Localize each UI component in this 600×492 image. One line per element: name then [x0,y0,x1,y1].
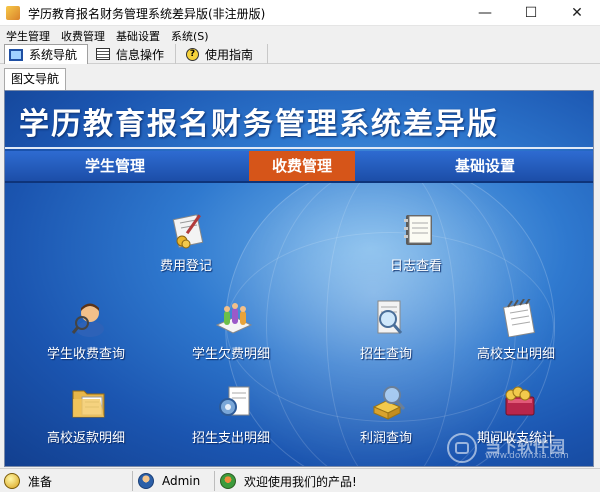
banner-title: 学历教育报名财务管理系统差异版 [19,107,499,142]
tile-label: 学生收费查询 [46,347,125,362]
status-label: 欢迎使用我们的产品! [244,474,357,489]
help-icon: ? [186,47,199,61]
tile-student-fee-query[interactable]: 学生收费查询 [21,299,151,371]
arrears-detail-icon [215,299,253,337]
status-divider [214,471,215,491]
menu-fee-management[interactable]: 收费管理 [61,28,105,44]
user-icon [138,473,154,489]
window-title: 学历教育报名财务管理系统差异版(非注册版) [28,7,266,21]
app-icon [6,6,20,20]
student-search-icon [70,299,108,337]
navigation-panel: 学历教育报名财务管理系统差异版 学生管理 收费管理 基础设置 费用登记 日志查看… [4,90,594,467]
tile-enrollment-query[interactable]: 招生查询 [321,299,451,371]
toolbar-info-operation-button[interactable]: 信息操作 [92,44,176,64]
nav-basic-settings[interactable]: 基础设置 [415,151,555,181]
status-ready: 准备 [4,471,52,491]
tile-profit-query[interactable]: 利润查询 [321,383,451,455]
toolbar-user-guide-button[interactable]: ? 使用指南 [182,44,268,64]
tile-label: 高校返款明细 [46,431,125,446]
maximize-button[interactable]: ☐ [508,0,554,26]
tile-college-refund-detail[interactable]: 高校返款明细 [21,383,151,455]
nav-student-management[interactable]: 学生管理 [45,151,185,181]
tile-label: 高校支出明细 [476,347,555,362]
fee-register-icon [170,211,208,249]
close-button[interactable]: ✕ [554,0,600,26]
status-label: 准备 [28,474,53,489]
tile-log-view[interactable]: 日志查看 [351,211,481,283]
tile-student-arrears-detail[interactable]: 学生欠费明细 [166,299,296,371]
menu-basic-settings[interactable]: 基础设置 [116,28,160,44]
people-icon [220,473,236,489]
nav-fee-management[interactable]: 收费管理 [249,151,355,181]
document-icon [96,48,110,60]
spending-notebook-icon [500,297,538,338]
status-bar: 准备 Admin 欢迎使用我们的产品! [0,468,600,492]
status-divider [132,471,133,491]
tile-label: 招生支出明细 [191,431,270,446]
toolbar-label: 系统导航 [29,48,78,62]
toolbar-label: 信息操作 [116,47,165,62]
menu-bar: 学生管理 收费管理 基础设置 系统(S) [0,26,600,44]
toolbar-system-nav-button[interactable]: 系统导航 [4,44,88,64]
tile-label: 费用登记 [159,259,212,274]
settings-document-icon [215,383,253,421]
tile-enrollment-expense-detail[interactable]: 招生支出明细 [166,383,296,455]
menu-student-management[interactable]: 学生管理 [6,28,50,44]
banner-divider [5,147,593,149]
tile-label: 利润查询 [359,431,412,446]
panel-tab-strip: 图文导航 [0,64,600,90]
log-book-icon [400,211,438,249]
period-stats-icon [500,383,538,421]
watermark-url: www.downxia.com [485,451,569,461]
category-nav: 学生管理 收费管理 基础设置 [5,151,593,183]
profit-search-icon [370,383,408,421]
minimize-button[interactable]: — [462,0,508,26]
tile-label: 招生查询 [359,347,412,362]
enrollment-search-icon [370,299,408,337]
status-welcome: 欢迎使用我们的产品! [220,471,357,491]
tile-fee-register[interactable]: 费用登记 [121,211,251,283]
tile-label: 日志查看 [389,259,442,274]
watermark-logo-icon [447,433,477,463]
tile-label: 学生欠费明细 [191,347,270,362]
toolbar-label: 使用指南 [205,47,254,62]
lightbulb-icon [4,473,20,489]
refund-folder-icon [70,383,108,421]
title-bar: 学历教育报名财务管理系统差异版(非注册版) — ☐ ✕ [0,0,600,26]
monitor-icon [9,48,23,61]
toolbar: 系统导航 信息操作 ? 使用指南 [0,44,600,64]
tile-college-expense-detail[interactable]: 高校支出明细 [451,297,581,371]
status-user: Admin [138,471,200,491]
tab-graphic-nav[interactable]: 图文导航 [4,68,66,90]
status-label: Admin [162,474,201,488]
menu-system[interactable]: 系统(S) [171,28,209,44]
